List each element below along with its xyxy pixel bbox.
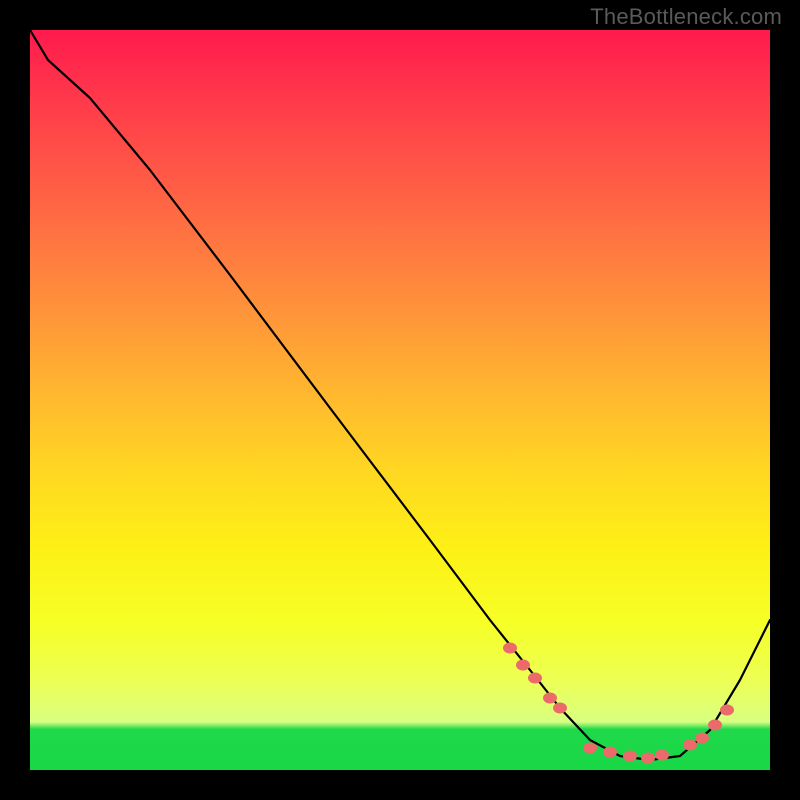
highlight-dot	[553, 703, 567, 714]
highlight-dot	[503, 643, 517, 654]
curve-svg	[30, 30, 770, 770]
highlight-dot	[641, 753, 655, 764]
highlight-dot	[583, 743, 597, 754]
highlight-dot	[543, 693, 557, 704]
dot-group	[503, 643, 734, 764]
watermark-text: TheBottleneck.com	[590, 4, 782, 30]
highlight-dot	[603, 747, 617, 758]
highlight-dot	[516, 660, 530, 671]
highlight-dot	[655, 750, 669, 761]
highlight-dot	[623, 751, 637, 762]
plot-area	[30, 30, 770, 770]
highlight-dot	[528, 673, 542, 684]
highlight-dot	[683, 740, 697, 751]
curve-line	[30, 30, 770, 760]
highlight-dot	[708, 720, 722, 731]
chart-frame: TheBottleneck.com	[0, 0, 800, 800]
highlight-dot	[720, 705, 734, 716]
highlight-dot	[695, 733, 709, 744]
